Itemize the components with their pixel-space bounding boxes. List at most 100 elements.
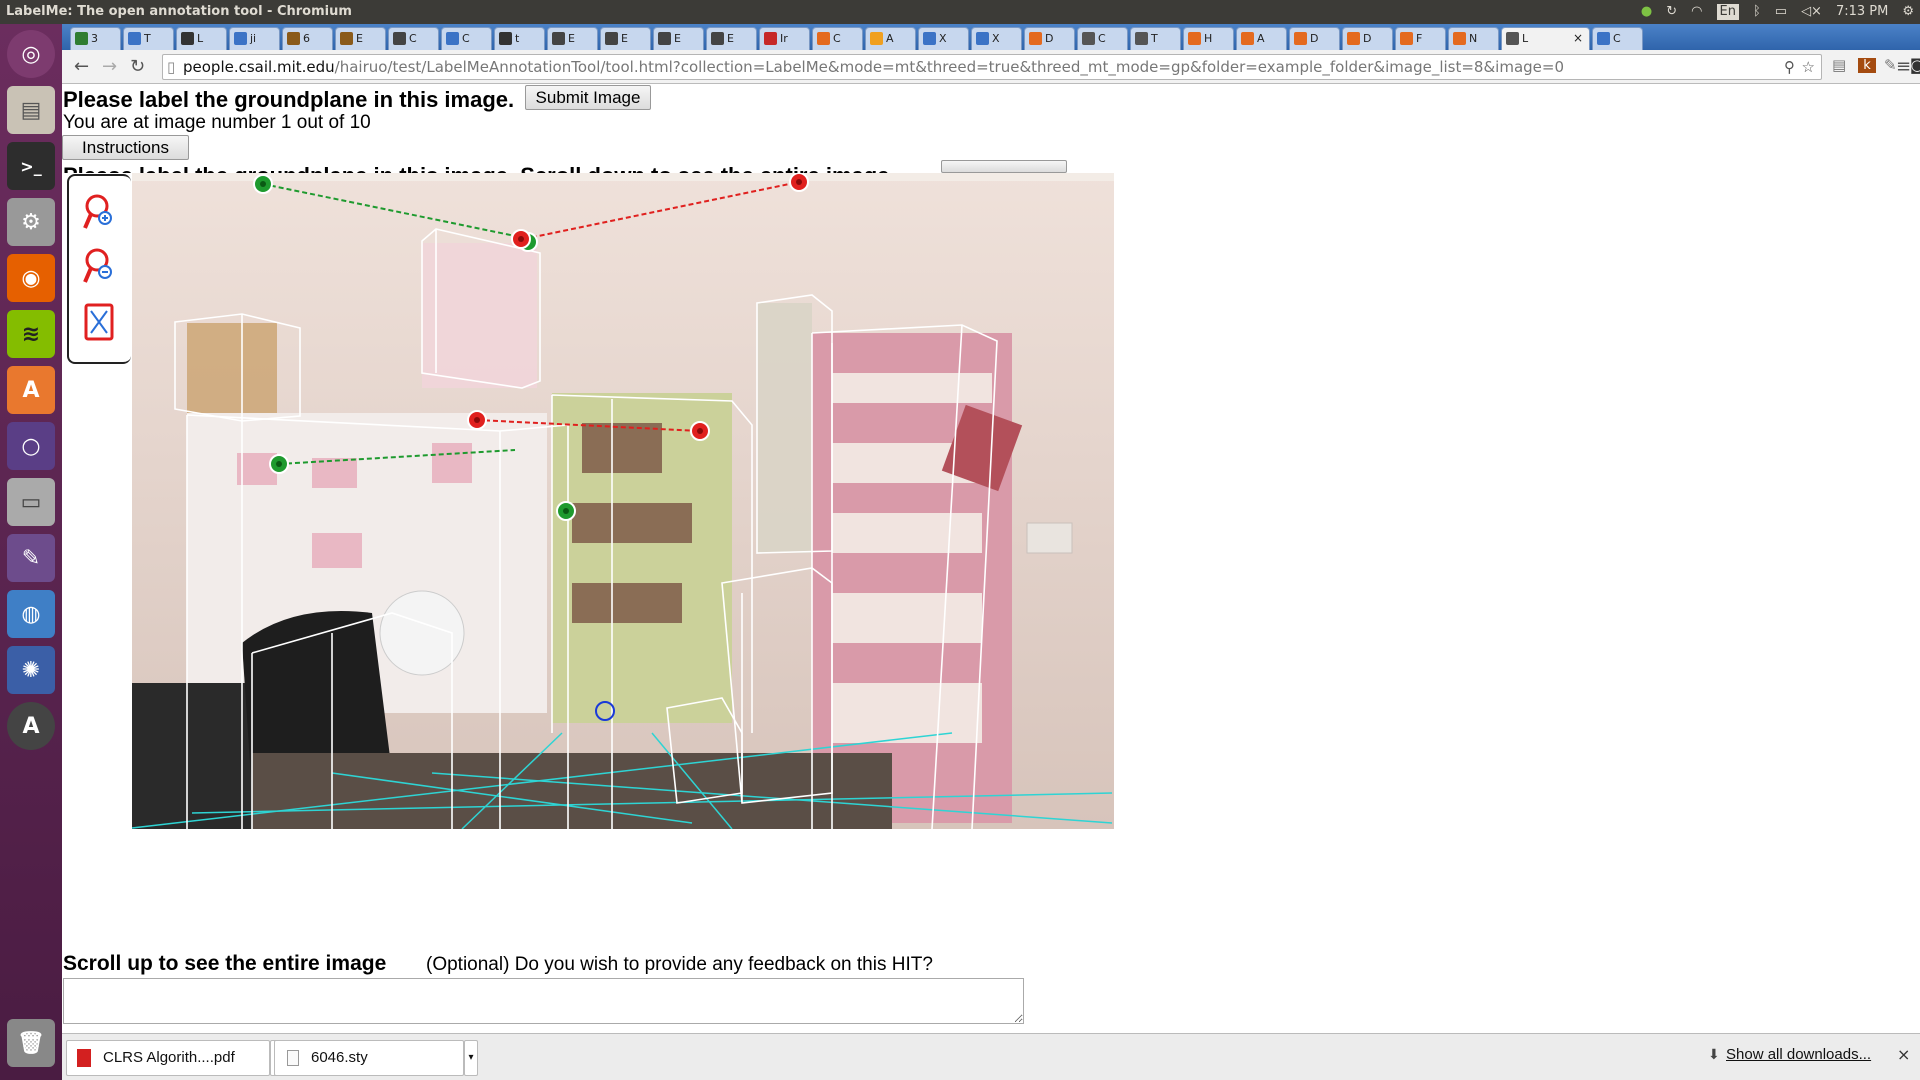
system-settings-icon[interactable]: ⚙ <box>7 198 55 246</box>
chromium-icon[interactable]: ◍ <box>7 590 55 638</box>
software-center-icon[interactable]: A <box>7 366 55 414</box>
download-item-sty[interactable]: 6046.sty <box>274 1040 464 1076</box>
battery-icon[interactable]: ▭ <box>1775 0 1787 24</box>
download-item-pdf[interactable]: CLRS Algorith....pdf <box>66 1040 270 1076</box>
extension-icon[interactable]: ▤ <box>1832 56 1846 74</box>
forward-icon[interactable]: → <box>102 56 117 77</box>
reload-icon[interactable]: ↻ <box>130 56 145 77</box>
browser-tab[interactable]: E <box>600 27 651 50</box>
annotation-canvas[interactable] <box>132 173 1114 829</box>
volume-icon[interactable]: ◁× <box>1801 0 1822 24</box>
zoom-icon[interactable]: ⚲ <box>1784 55 1795 79</box>
tab-favicon-icon <box>393 32 406 45</box>
show-all-downloads-link[interactable]: Show all downloads... <box>1726 1046 1871 1063</box>
browser-menu-icon[interactable]: ≡ <box>1896 56 1911 77</box>
image-counter: You are at image number 1 out of 10 <box>63 112 371 133</box>
zoom-out-icon[interactable] <box>83 246 115 288</box>
browser-tab[interactable]: H <box>1183 27 1234 50</box>
software-updater-icon[interactable]: A <box>7 702 55 750</box>
disk-icon[interactable]: ▭ <box>7 478 55 526</box>
tab-favicon-icon <box>923 32 936 45</box>
wifi-icon[interactable]: ◠ <box>1691 0 1702 24</box>
browser-tab[interactable]: C <box>388 27 439 50</box>
tab-favicon-icon <box>870 32 883 45</box>
browser-tab[interactable]: X <box>971 27 1022 50</box>
tab-title: E <box>568 32 575 45</box>
browser-tab[interactable]: L <box>176 27 227 50</box>
desk-surface <box>252 753 892 829</box>
files-icon[interactable]: ▤ <box>7 86 55 134</box>
submit-image-button[interactable]: Submit Image <box>525 85 651 110</box>
browser-tab[interactable]: T <box>1130 27 1181 50</box>
trash-icon[interactable]: 🗑 <box>7 1019 55 1067</box>
tab-title: H <box>1204 32 1213 45</box>
browser-tab[interactable]: E <box>706 27 757 50</box>
tab-title: 6 <box>303 32 310 45</box>
zoom-in-icon[interactable] <box>83 192 115 234</box>
tab-title: C <box>833 32 841 45</box>
unity-launcher: ◎ ▤ >_ ⚙ ◉ ≋ A ○ ▭ ✎ ◍ ✺ A 🗑 <box>0 24 62 1080</box>
extension-brush-icon[interactable]: ✎ <box>1884 56 1897 74</box>
browser-tab[interactable]: 3 <box>70 27 121 50</box>
terminal-icon[interactable]: >_ <box>7 142 55 190</box>
bookmark-star-icon[interactable]: ☆ <box>1802 55 1815 79</box>
download-shelf: CLRS Algorith....pdf ▾ 6046.sty ▾ ⬇ Show… <box>62 1033 1920 1080</box>
wall-outlet <box>1026 522 1073 554</box>
browser-tab[interactable]: E <box>653 27 704 50</box>
browser-tab[interactable]: C <box>1592 27 1643 50</box>
download-arrow-icon: ⬇ <box>1708 1047 1720 1063</box>
browser-tab[interactable]: X <box>918 27 969 50</box>
sync-icon[interactable]: ↻ <box>1666 0 1677 24</box>
shutter-icon[interactable]: ✺ <box>7 646 55 694</box>
browser-tab[interactable]: D <box>1024 27 1075 50</box>
drawing-app-icon[interactable]: ✎ <box>7 534 55 582</box>
settings-gear-icon[interactable]: ⚙ <box>1902 0 1914 24</box>
keyboard-layout[interactable]: En <box>1716 4 1739 20</box>
download-item-dropdown-2[interactable]: ▾ <box>464 1040 478 1076</box>
instructions-button[interactable]: Instructions <box>62 135 189 160</box>
browser-tab[interactable]: N <box>1448 27 1499 50</box>
tab-close-icon[interactable]: × <box>1573 28 1583 49</box>
birdcage-shelf <box>187 323 277 413</box>
browser-tab[interactable]: t <box>494 27 545 50</box>
back-icon[interactable]: ← <box>74 56 89 77</box>
tab-title: C <box>462 32 470 45</box>
firefox-icon[interactable]: ◉ <box>7 254 55 302</box>
pocket-icon[interactable]: ◙ <box>1910 56 1920 74</box>
browser-tab[interactable]: C <box>812 27 863 50</box>
tab-favicon-icon <box>552 32 565 45</box>
browser-tab[interactable]: E <box>335 27 386 50</box>
browser-tab[interactable]: A <box>865 27 916 50</box>
drawer-tower <box>757 303 812 553</box>
browser-tab[interactable]: C <box>1077 27 1128 50</box>
annotation-scene[interactable] <box>132 173 1114 829</box>
feedback-textarea[interactable] <box>63 978 1024 1024</box>
monitor <box>132 683 252 829</box>
ceiling <box>132 173 1114 181</box>
extension-k-icon[interactable]: k <box>1858 58 1876 73</box>
browser-tab[interactable]: A <box>1236 27 1287 50</box>
browser-tab[interactable]: F <box>1395 27 1446 50</box>
browser-tab[interactable]: L × <box>1501 27 1590 51</box>
app-ring-icon[interactable]: ○ <box>7 422 55 470</box>
close-download-shelf-icon[interactable]: × <box>1897 1045 1910 1064</box>
browser-tab[interactable]: 6 <box>282 27 333 50</box>
browser-tab[interactable]: D <box>1289 27 1340 50</box>
submit-hit-button[interactable]: Submit HIT <box>941 160 1067 173</box>
fit-image-icon[interactable] <box>83 302 115 344</box>
address-bar[interactable]: ▯ people.csail.mit.edu/hairuo/test/Label… <box>162 54 1822 80</box>
clock[interactable]: 7:13 PM <box>1836 0 1888 24</box>
browser-tab[interactable]: ji <box>229 27 280 50</box>
browser-tab[interactable]: T <box>123 27 174 50</box>
spotify-tray-icon[interactable]: ● <box>1641 0 1652 24</box>
tab-favicon-icon <box>1029 32 1042 45</box>
bluetooth-icon[interactable]: ᛒ <box>1753 0 1761 24</box>
browser-tab[interactable]: C <box>441 27 492 50</box>
browser-tab[interactable]: E <box>547 27 598 50</box>
dash-icon[interactable]: ◎ <box>7 30 55 78</box>
browser-tab[interactable]: Ir <box>759 27 810 50</box>
browser-tab[interactable]: D <box>1342 27 1393 50</box>
spotify-icon[interactable]: ≋ <box>7 310 55 358</box>
tab-title: C <box>1613 32 1621 45</box>
tab-title: 3 <box>91 32 98 45</box>
